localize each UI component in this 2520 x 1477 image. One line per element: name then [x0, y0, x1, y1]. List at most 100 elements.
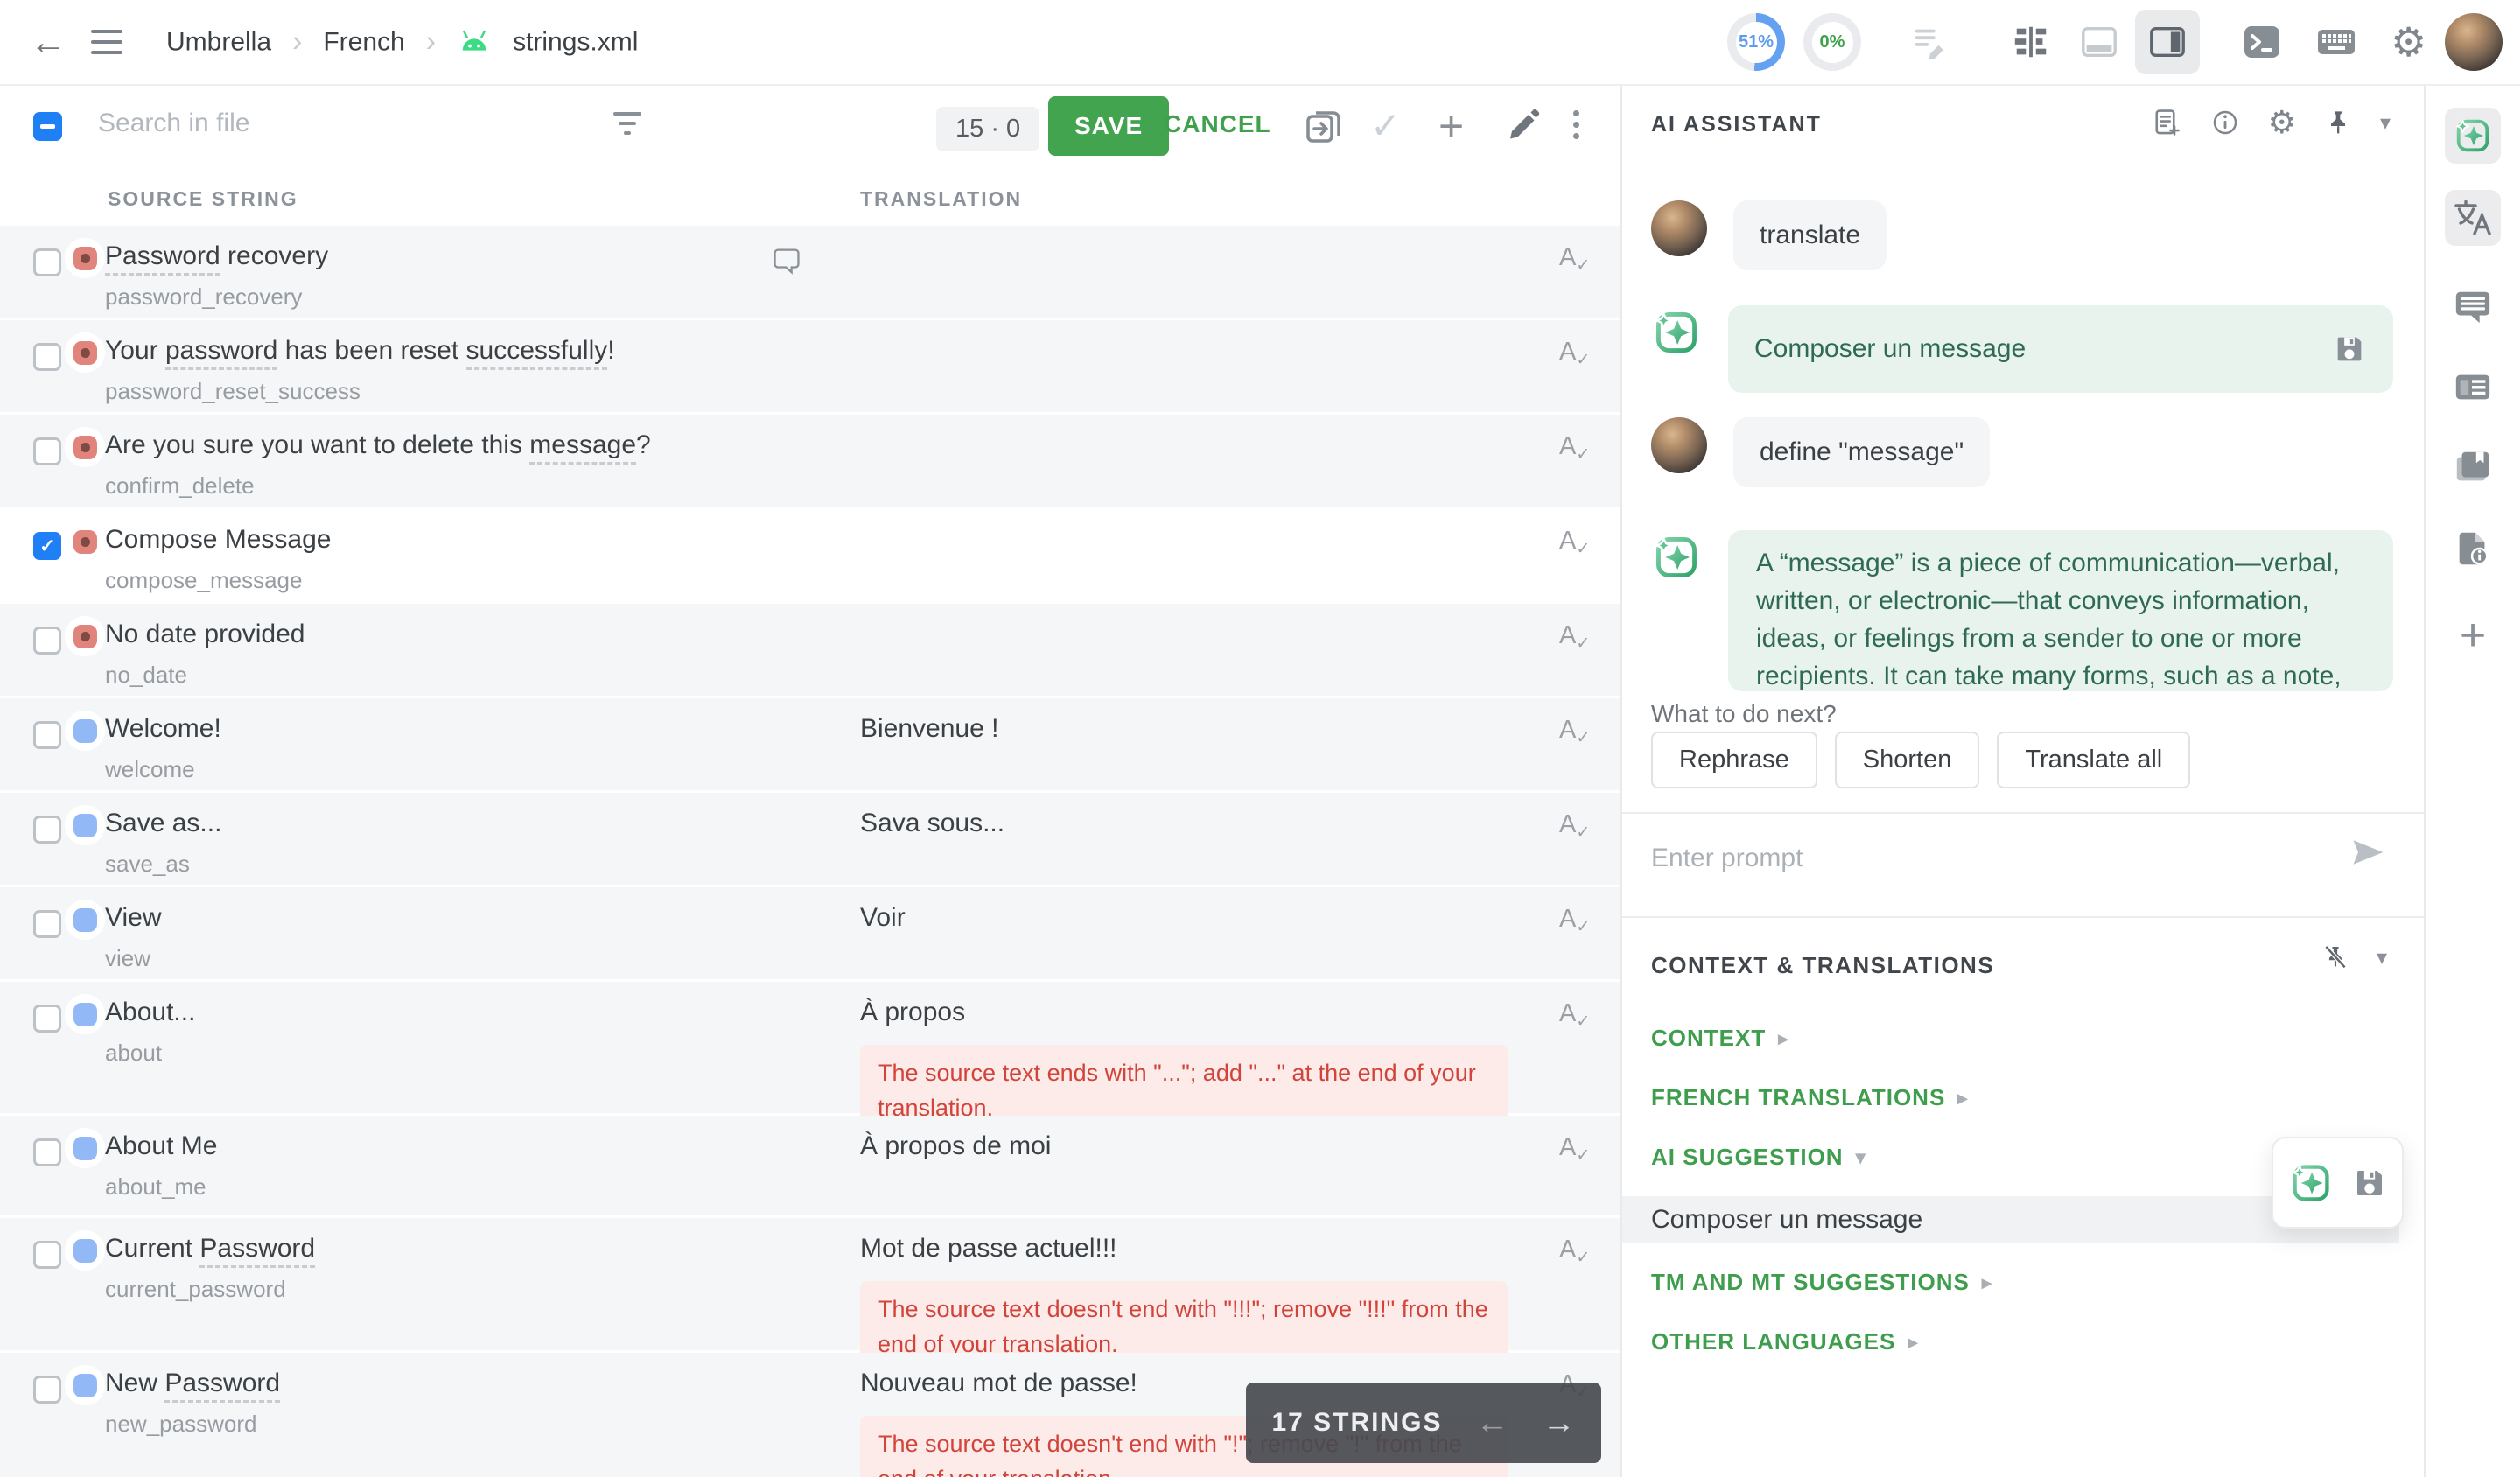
- sidebar-tab-add-panel[interactable]: +: [2460, 612, 2486, 658]
- spellcheck-icon[interactable]: A✓: [1559, 621, 1576, 650]
- console-icon[interactable]: [2241, 21, 2283, 63]
- translation-text[interactable]: À propos de moi: [860, 1131, 1051, 1161]
- sidebar-tab-translation-memory[interactable]: [2452, 367, 2494, 407]
- settings-gear-icon[interactable]: ⚙: [2390, 22, 2426, 62]
- spellcheck-icon[interactable]: A✓: [1559, 1236, 1576, 1264]
- table-row[interactable]: About... about À propos The source text …: [0, 982, 1620, 1113]
- back-icon[interactable]: ←: [30, 24, 66, 60]
- chat-bubble[interactable]: Composer un message: [1728, 305, 2393, 393]
- row-checkbox[interactable]: [33, 910, 61, 938]
- save-message-icon[interactable]: [2332, 332, 2367, 367]
- spellcheck-icon[interactable]: A✓: [1559, 810, 1576, 839]
- user-avatar[interactable]: [2445, 13, 2502, 71]
- ai-sparkle-icon[interactable]: [2288, 1160, 2334, 1206]
- breadcrumb-file[interactable]: strings.xml: [513, 27, 638, 57]
- spellcheck-icon[interactable]: A✓: [1559, 243, 1576, 272]
- menu-icon[interactable]: [91, 30, 122, 54]
- row-checkbox[interactable]: [33, 1376, 61, 1404]
- spellcheck-icon[interactable]: A✓: [1559, 338, 1576, 367]
- keyboard-icon[interactable]: [2314, 21, 2358, 63]
- view-side-by-side-button[interactable]: [1998, 10, 2063, 74]
- pin-icon[interactable]: [2324, 108, 2352, 137]
- table-row[interactable]: Password recovery password_recovery A✓: [0, 226, 1620, 318]
- filter-icon[interactable]: [612, 112, 642, 135]
- source-string[interactable]: Save as...: [105, 808, 221, 838]
- sidebar-tab-translate[interactable]: [2445, 190, 2501, 246]
- approve-check-icon[interactable]: ✓: [1370, 105, 1401, 147]
- spellcheck-icon[interactable]: A✓: [1559, 432, 1576, 461]
- source-string[interactable]: No date provided: [105, 620, 305, 649]
- row-checkbox[interactable]: [33, 248, 61, 276]
- table-row[interactable]: ✓ Compose Message compose_message A✓: [0, 509, 1620, 601]
- table-row[interactable]: No date provided no_date A✓: [0, 604, 1620, 696]
- row-checkbox[interactable]: [33, 1004, 61, 1032]
- send-icon[interactable]: [2348, 833, 2387, 872]
- chat-bubble[interactable]: define "message": [1733, 417, 1990, 487]
- ai-settings-gear-icon[interactable]: ⚙: [2268, 107, 2296, 138]
- approved-progress-ring[interactable]: 0%: [1803, 13, 1861, 71]
- table-row[interactable]: Welcome! welcome Bienvenue ! A✓: [0, 698, 1620, 790]
- sidebar-tab-file-info[interactable]: [2453, 528, 2493, 569]
- row-checkbox[interactable]: [33, 1241, 61, 1269]
- table-row[interactable]: Are you sure you want to delete this mes…: [0, 415, 1620, 507]
- table-row[interactable]: About Me about_me À propos de moi A✓: [0, 1116, 1620, 1215]
- source-string[interactable]: Password recovery: [105, 242, 328, 271]
- collapse-chevron-icon[interactable]: ▾: [2376, 945, 2387, 970]
- spellcheck-icon[interactable]: A✓: [1559, 905, 1576, 934]
- shorten-button[interactable]: Shorten: [1835, 732, 1980, 788]
- sidebar-tab-glossary[interactable]: [2453, 447, 2493, 487]
- section-other-languages[interactable]: OTHER LANGUAGES ▸: [1651, 1328, 1918, 1355]
- next-page-icon[interactable]: →: [1543, 1406, 1576, 1439]
- prev-page-icon[interactable]: ←: [1476, 1406, 1509, 1439]
- chat-bubble[interactable]: translate: [1733, 200, 1886, 270]
- translation-text[interactable]: À propos: [860, 998, 965, 1027]
- source-string[interactable]: Welcome!: [105, 714, 221, 744]
- table-row[interactable]: Current Password current_password Mot de…: [0, 1218, 1620, 1350]
- row-checkbox[interactable]: [33, 816, 61, 844]
- translation-text[interactable]: Sava sous...: [860, 808, 1004, 838]
- breadcrumb-project[interactable]: Umbrella: [166, 27, 271, 57]
- translate-all-button[interactable]: Translate all: [1997, 732, 2190, 788]
- translation-text[interactable]: Mot de passe actuel!!!: [860, 1234, 1117, 1264]
- collapse-chevron-icon[interactable]: ▾: [2380, 110, 2390, 136]
- edit-pencil-icon[interactable]: [1502, 105, 1544, 147]
- source-string[interactable]: Current Password: [105, 1234, 315, 1264]
- source-string[interactable]: New Password: [105, 1368, 280, 1398]
- comment-icon[interactable]: [772, 245, 802, 275]
- spellcheck-icon[interactable]: A✓: [1559, 527, 1576, 556]
- spellcheck-icon[interactable]: A✓: [1559, 716, 1576, 745]
- rephrase-button[interactable]: Rephrase: [1651, 732, 1817, 788]
- row-checkbox[interactable]: [33, 343, 61, 371]
- new-conversation-icon[interactable]: [2151, 107, 2182, 138]
- chat-bubble[interactable]: A “message” is a piece of communication—…: [1728, 530, 2393, 691]
- prompt-input[interactable]: Enter prompt: [1651, 844, 1802, 873]
- section-ai-suggestion[interactable]: AI SUGGESTION ▾: [1651, 1144, 1866, 1171]
- table-row[interactable]: Save as... save_as Sava sous... A✓: [0, 793, 1620, 885]
- info-icon[interactable]: [2210, 108, 2240, 137]
- row-checkbox[interactable]: ✓: [33, 532, 61, 560]
- section-french-translations[interactable]: FRENCH TRANSLATIONS ▸: [1651, 1084, 1968, 1111]
- spellcheck-icon[interactable]: A✓: [1559, 999, 1576, 1028]
- source-string[interactable]: Are you sure you want to delete this mes…: [105, 430, 651, 460]
- source-string[interactable]: Compose Message: [105, 525, 331, 555]
- row-checkbox[interactable]: [33, 626, 61, 654]
- view-bottom-panel-button[interactable]: [2067, 10, 2132, 74]
- section-context[interactable]: CONTEXT ▸: [1651, 1025, 1788, 1052]
- source-string[interactable]: View: [105, 903, 161, 933]
- translation-text[interactable]: Voir: [860, 903, 906, 933]
- row-checkbox[interactable]: [33, 438, 61, 466]
- row-checkbox[interactable]: [33, 721, 61, 749]
- table-row[interactable]: Your password has been reset successfull…: [0, 320, 1620, 412]
- copy-translation-icon[interactable]: [1302, 105, 1344, 147]
- more-options-icon[interactable]: [1573, 105, 1579, 139]
- add-string-icon[interactable]: +: [1438, 105, 1464, 147]
- select-all-checkbox[interactable]: [33, 112, 62, 141]
- save-suggestion-icon[interactable]: [2351, 1165, 2388, 1201]
- table-row[interactable]: View view Voir A✓: [0, 887, 1620, 979]
- cancel-button[interactable]: CANCEL: [1164, 110, 1271, 138]
- row-checkbox[interactable]: [33, 1138, 61, 1166]
- search-input[interactable]: Search in file: [98, 108, 249, 138]
- spellcheck-icon[interactable]: A✓: [1559, 1133, 1576, 1162]
- section-tm-and-mt-suggestions[interactable]: TM AND MT SUGGESTIONS ▸: [1651, 1269, 1992, 1296]
- source-string[interactable]: About...: [105, 998, 195, 1027]
